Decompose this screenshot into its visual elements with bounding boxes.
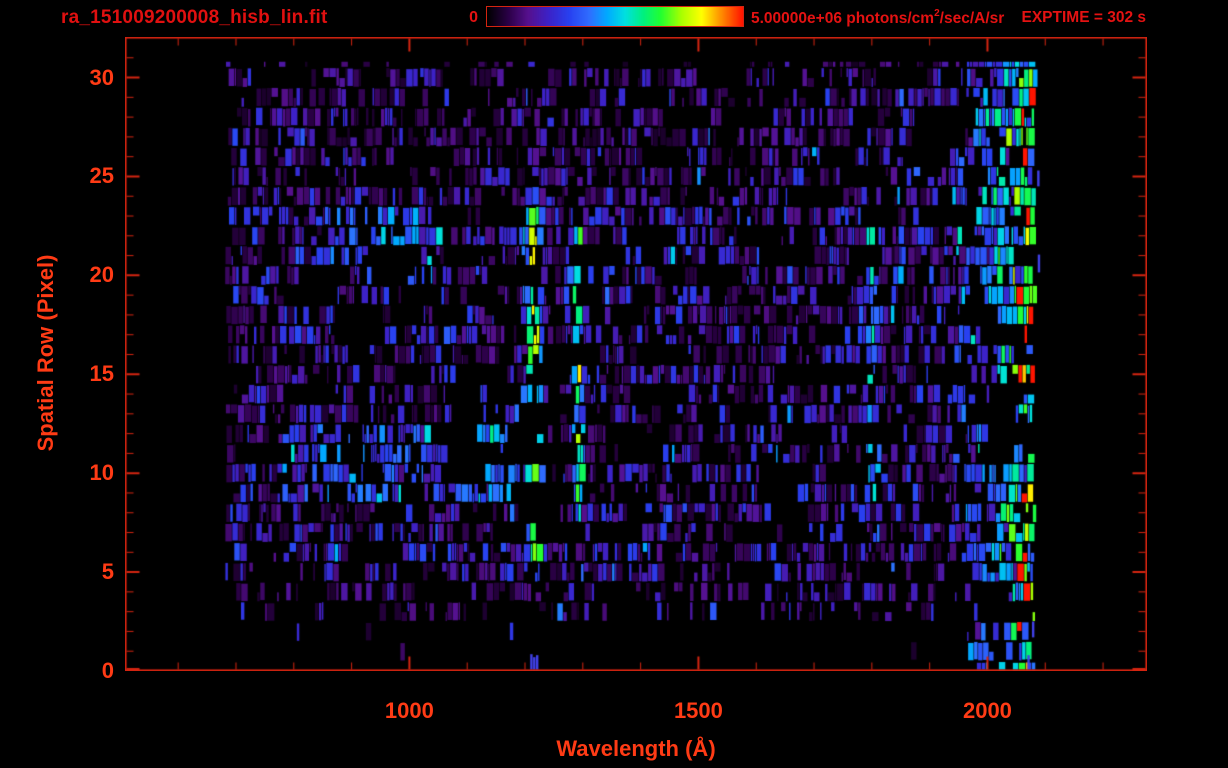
colorbar-units-suffix: /sec/A/sr — [939, 10, 1005, 28]
colorbar-units-prefix: photons/cm — [846, 10, 935, 28]
x-tick-label: 1500 — [673, 698, 723, 723]
y-tick-label: 15 — [89, 361, 114, 387]
x-tick-label: 1000 — [384, 698, 434, 723]
y-tick-label: 20 — [89, 262, 114, 288]
colorbar-min-label: 0 — [469, 9, 478, 26]
spectrogram-plot — [125, 37, 1147, 671]
colorbar — [486, 6, 744, 27]
y-tick-label: 30 — [89, 64, 114, 90]
x-axis-title: Wavelength (Å) — [556, 736, 716, 761]
file-title: ra_151009200008_hisb_lin.fit — [61, 7, 328, 28]
colorbar-units-superscript: 2 — [934, 8, 940, 19]
y-tick-label: 0 — [101, 658, 114, 683]
y-tick-label: 5 — [101, 559, 114, 585]
exptime-label: EXPTIME = 302 s — [1021, 9, 1147, 26]
colorbar-max-value: 5.00000e+06 — [751, 10, 847, 28]
x-tick-label: 2000 — [962, 698, 1012, 723]
y-tick-label: 25 — [89, 163, 114, 189]
colorbar-max-label: 5.00000e+06 photons/cm2/sec/A/sr — [751, 8, 1005, 28]
y-tick-label: 10 — [89, 460, 114, 486]
colorbar-gradient — [487, 7, 743, 26]
